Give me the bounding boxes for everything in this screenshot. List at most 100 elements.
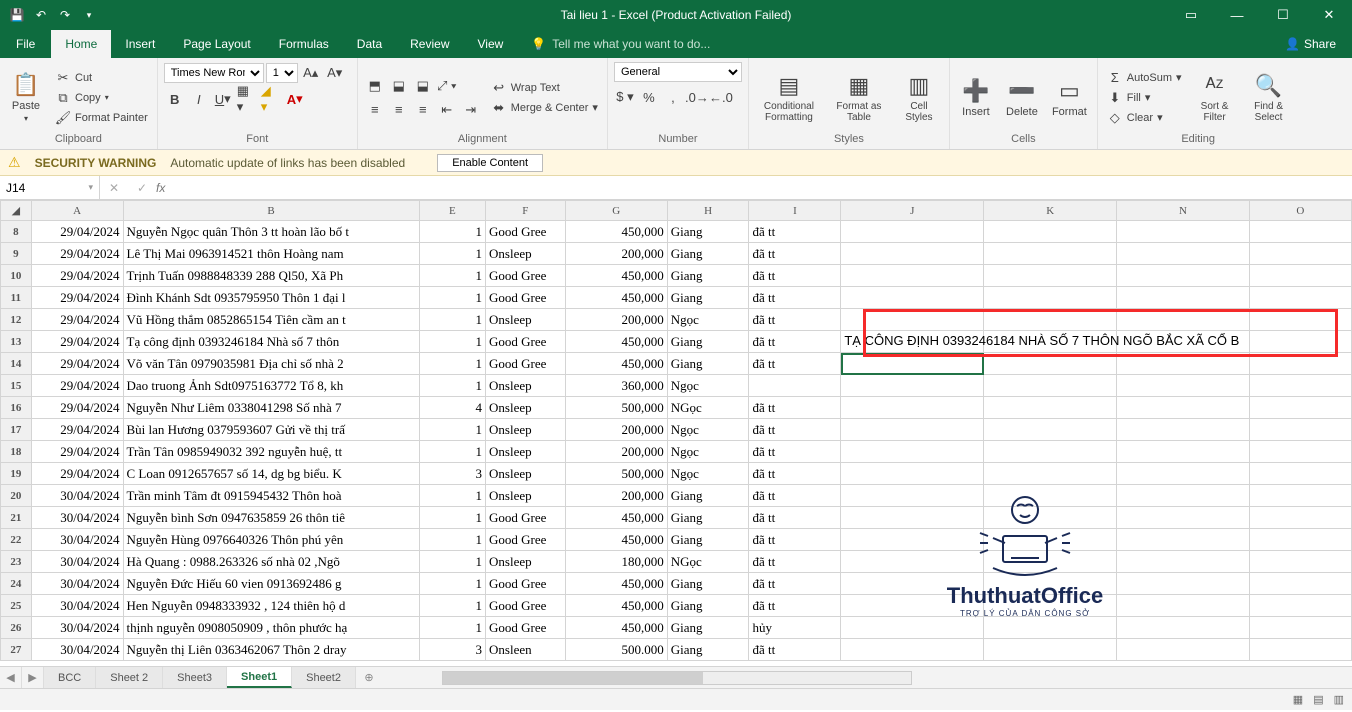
cell[interactable]: 3 <box>419 463 485 485</box>
font-name-select[interactable]: Times New Roma <box>164 63 264 83</box>
row-header[interactable]: 26 <box>1 617 32 639</box>
cell[interactable] <box>1117 397 1250 419</box>
cell[interactable] <box>1249 265 1351 287</box>
cell[interactable]: Võ văn Tân 0979035981 Địa chỉ số nhà 2 <box>123 353 419 375</box>
cell[interactable] <box>1117 265 1250 287</box>
cell[interactable] <box>841 353 984 375</box>
cell[interactable]: 1 <box>419 441 485 463</box>
autosum-button[interactable]: ΣAutoSum ▾ <box>1104 69 1185 87</box>
accounting-format-icon[interactable]: $ ▾ <box>614 86 636 108</box>
cell[interactable]: Giang <box>667 243 749 265</box>
cell[interactable] <box>1249 331 1351 353</box>
cell[interactable]: 30/04/2024 <box>31 595 123 617</box>
cell[interactable]: 29/04/2024 <box>31 221 123 243</box>
cell[interactable] <box>984 221 1117 243</box>
cell[interactable]: 500,000 <box>565 463 667 485</box>
align-center-icon[interactable]: ≡ <box>388 99 410 121</box>
cell[interactable] <box>984 573 1117 595</box>
cell[interactable]: Ngọc <box>667 419 749 441</box>
tell-me-search[interactable]: 💡 Tell me what you want to do... <box>517 30 710 58</box>
cell[interactable]: 450,000 <box>565 573 667 595</box>
cell[interactable]: Giang <box>667 529 749 551</box>
row-header[interactable]: 8 <box>1 221 32 243</box>
cell[interactable]: 1 <box>419 353 485 375</box>
cell[interactable] <box>984 507 1117 529</box>
cell[interactable] <box>841 485 984 507</box>
undo-icon[interactable]: ↶ <box>30 4 52 26</box>
cell[interactable]: 1 <box>419 419 485 441</box>
grow-font-icon[interactable]: A▴ <box>300 62 322 84</box>
align-bottom-icon[interactable]: ⬓ <box>412 75 434 97</box>
cell[interactable] <box>984 529 1117 551</box>
cell[interactable]: 450,000 <box>565 265 667 287</box>
cell[interactable] <box>1117 551 1250 573</box>
cell[interactable] <box>1117 441 1250 463</box>
row-header[interactable]: 24 <box>1 573 32 595</box>
cell[interactable]: Giang <box>667 287 749 309</box>
cell[interactable]: NGọc <box>667 397 749 419</box>
sheet-nav-first-icon[interactable]: ◀ <box>0 667 22 688</box>
sheet-nav-last-icon[interactable]: ▶ <box>22 667 44 688</box>
merge-center-button[interactable]: ⬌Merge & Center ▾ <box>488 99 601 117</box>
tab-page-layout[interactable]: Page Layout <box>169 30 264 58</box>
tab-data[interactable]: Data <box>343 30 396 58</box>
cell[interactable]: Onsleep <box>486 397 566 419</box>
align-middle-icon[interactable]: ⬓ <box>388 75 410 97</box>
maximize-icon[interactable]: ☐ <box>1260 0 1306 30</box>
cell[interactable] <box>1249 353 1351 375</box>
cell[interactable]: 29/04/2024 <box>31 353 123 375</box>
cell[interactable]: Onsleen <box>486 639 566 661</box>
cell-styles-button[interactable]: ▥Cell Styles <box>895 62 943 133</box>
cell[interactable] <box>1249 375 1351 397</box>
cell[interactable] <box>984 243 1117 265</box>
cell[interactable]: Onsleep <box>486 419 566 441</box>
cell[interactable]: 200,000 <box>565 243 667 265</box>
row-header[interactable]: 27 <box>1 639 32 661</box>
cell[interactable]: đã tt <box>749 419 841 441</box>
row-header[interactable]: 22 <box>1 529 32 551</box>
wrap-text-button[interactable]: ↩Wrap Text <box>488 79 601 97</box>
cell[interactable]: đã tt <box>749 551 841 573</box>
cell[interactable]: NGọc <box>667 551 749 573</box>
tab-file[interactable]: File <box>0 30 51 58</box>
name-box[interactable]: J14 ▾ <box>0 176 100 199</box>
formula-input[interactable] <box>182 181 1352 195</box>
comma-format-icon[interactable]: , <box>662 86 684 108</box>
cell[interactable]: Good Gree <box>486 573 566 595</box>
cell[interactable]: 29/04/2024 <box>31 375 123 397</box>
cell[interactable]: Tạ công định 0393246184 Nhà số 7 thôn <box>123 331 419 353</box>
cell[interactable]: Onsleep <box>486 309 566 331</box>
cell[interactable]: 200,000 <box>565 485 667 507</box>
row-header[interactable]: 19 <box>1 463 32 485</box>
row-header[interactable]: 10 <box>1 265 32 287</box>
decrease-indent-icon[interactable]: ⇤ <box>436 99 458 121</box>
cell[interactable] <box>841 639 984 661</box>
cell[interactable]: Vũ Hồng thắm 0852865154 Tiên cầm an t <box>123 309 419 331</box>
table-row[interactable]: 2630/04/2024thịnh nguyễn 0908050909 , th… <box>1 617 1352 639</box>
cell[interactable]: Good Gree <box>486 353 566 375</box>
enable-content-button[interactable]: Enable Content <box>437 154 543 172</box>
cell[interactable]: Nguyễn Như Liêm 0338041298 Số nhà 7 <box>123 397 419 419</box>
ribbon-options-icon[interactable]: ▭ <box>1168 0 1214 30</box>
cell[interactable]: 1 <box>419 551 485 573</box>
tab-formulas[interactable]: Formulas <box>265 30 343 58</box>
table-row[interactable]: 829/04/2024Nguyễn Ngọc quân Thôn 3 tt ho… <box>1 221 1352 243</box>
cell[interactable] <box>984 419 1117 441</box>
cell[interactable]: Dao truong Ảnh Sdt0975163772 Tổ 8, kh <box>123 375 419 397</box>
cell[interactable]: 1 <box>419 529 485 551</box>
cell[interactable]: Đình Khánh Sdt 0935795950 Thôn 1 đại l <box>123 287 419 309</box>
cell[interactable]: đã tt <box>749 331 841 353</box>
save-icon[interactable]: 💾 <box>6 4 28 26</box>
fill-button[interactable]: ⬇Fill ▾ <box>1104 89 1185 107</box>
horizontal-scrollbar[interactable] <box>382 667 1352 688</box>
cell[interactable]: Good Gree <box>486 507 566 529</box>
row-header[interactable]: 16 <box>1 397 32 419</box>
cut-button[interactable]: ✂Cut <box>52 69 151 87</box>
cell[interactable]: Hen Nguyễn 0948333932 , 124 thiên hộ d <box>123 595 419 617</box>
column-headers[interactable]: ◢ A B E F G H I J K N O <box>1 201 1352 221</box>
cell[interactable] <box>1117 287 1250 309</box>
cell[interactable]: đã tt <box>749 639 841 661</box>
cell[interactable] <box>1117 309 1250 331</box>
cell[interactable]: Ngọc <box>667 375 749 397</box>
number-format-select[interactable]: General <box>614 62 742 82</box>
